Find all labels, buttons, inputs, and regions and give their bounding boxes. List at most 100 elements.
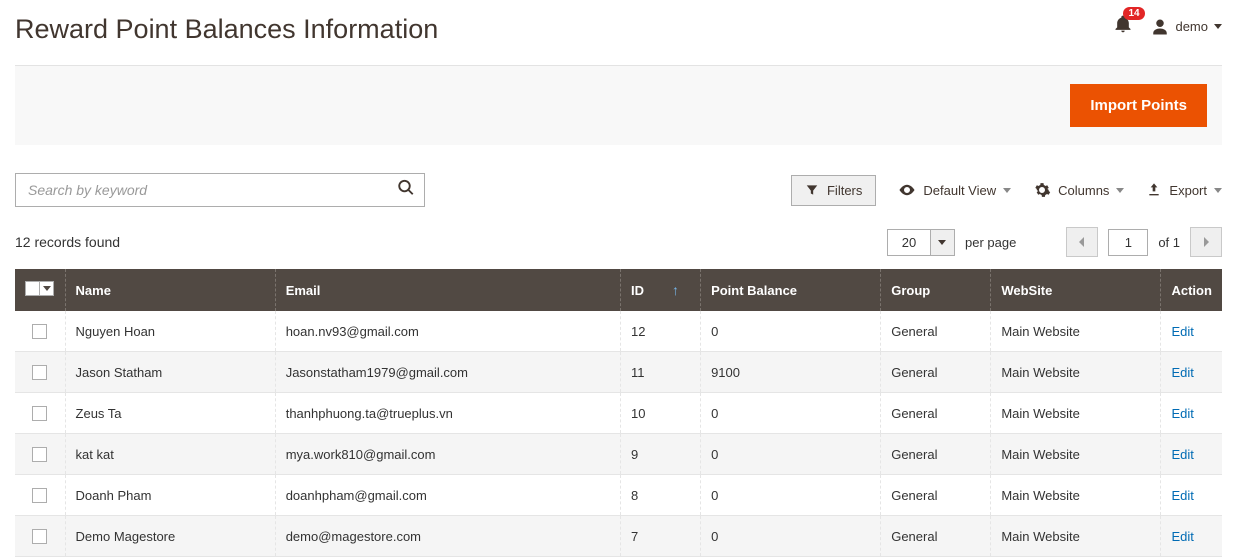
cell-name: Demo Magestore [65, 516, 275, 557]
default-view-dropdown[interactable]: Default View [898, 181, 1011, 199]
cell-website: Main Website [991, 311, 1161, 352]
cell-email: hoan.nv93@gmail.com [275, 311, 620, 352]
user-name: demo [1175, 19, 1208, 34]
table-row: Nguyen Hoanhoan.nv93@gmail.com120General… [15, 311, 1222, 352]
cell-group: General [881, 516, 991, 557]
cell-id: 12 [621, 311, 701, 352]
table-row: Demo Magestoredemo@magestore.com70Genera… [15, 516, 1222, 557]
table-row: Zeus Tathanhphuong.ta@trueplus.vn100Gene… [15, 393, 1222, 434]
column-header-website[interactable]: WebSite [991, 269, 1161, 311]
cell-website: Main Website [991, 352, 1161, 393]
cell-email: thanhphuong.ta@trueplus.vn [275, 393, 620, 434]
column-header-action[interactable]: Action [1161, 269, 1222, 311]
cell-website: Main Website [991, 516, 1161, 557]
cell-email: mya.work810@gmail.com [275, 434, 620, 475]
filters-label: Filters [827, 183, 862, 198]
cell-balance: 0 [701, 434, 881, 475]
user-menu[interactable]: demo [1151, 18, 1222, 36]
chevron-down-icon [1003, 188, 1011, 193]
chevron-down-icon [43, 286, 51, 291]
row-checkbox[interactable] [32, 488, 47, 503]
row-checkbox[interactable] [32, 406, 47, 421]
gear-icon [1033, 181, 1051, 199]
eye-icon [898, 181, 916, 199]
row-checkbox[interactable] [32, 529, 47, 544]
edit-link[interactable]: Edit [1171, 406, 1193, 421]
page-size-input[interactable]: 20 [887, 229, 931, 256]
columns-dropdown[interactable]: Columns [1033, 181, 1124, 199]
export-dropdown[interactable]: Export [1146, 182, 1222, 198]
select-all-checkbox[interactable] [25, 281, 40, 296]
cell-name: Jason Statham [65, 352, 275, 393]
select-all-dropdown[interactable] [40, 281, 54, 296]
notifications-button[interactable]: 14 [1113, 14, 1133, 39]
cell-id: 11 [621, 352, 701, 393]
chevron-down-icon [1116, 188, 1124, 193]
sort-ascending-icon: ↑ [672, 282, 679, 298]
edit-link[interactable]: Edit [1171, 365, 1193, 380]
row-checkbox[interactable] [32, 324, 47, 339]
table-row: Jason StathamJasonstatham1979@gmail.com1… [15, 352, 1222, 393]
cell-group: General [881, 352, 991, 393]
cell-group: General [881, 434, 991, 475]
cell-balance: 0 [701, 393, 881, 434]
cell-balance: 0 [701, 475, 881, 516]
cell-name: Nguyen Hoan [65, 311, 275, 352]
table-row: kat katmya.work810@gmail.com90GeneralMai… [15, 434, 1222, 475]
cell-group: General [881, 393, 991, 434]
table-row: Doanh Phamdoanhpham@gmail.com80GeneralMa… [15, 475, 1222, 516]
cell-group: General [881, 311, 991, 352]
cell-group: General [881, 475, 991, 516]
export-icon [1146, 182, 1162, 198]
edit-link[interactable]: Edit [1171, 324, 1193, 339]
column-header-id[interactable]: ID↑ [621, 269, 701, 311]
per-page-label: per page [965, 235, 1016, 250]
row-checkbox[interactable] [32, 365, 47, 380]
column-header-name[interactable]: Name [65, 269, 275, 311]
search-input[interactable] [15, 173, 425, 207]
cell-website: Main Website [991, 393, 1161, 434]
cell-email: doanhpham@gmail.com [275, 475, 620, 516]
edit-link[interactable]: Edit [1171, 488, 1193, 503]
data-grid: Name Email ID↑ Point Balance Group WebSi… [15, 269, 1222, 557]
chevron-down-icon [938, 240, 946, 245]
column-header-checkbox[interactable] [15, 269, 65, 311]
cell-id: 8 [621, 475, 701, 516]
columns-label: Columns [1058, 183, 1109, 198]
prev-page-button[interactable] [1066, 227, 1098, 257]
cell-email: demo@magestore.com [275, 516, 620, 557]
cell-website: Main Website [991, 475, 1161, 516]
page-size-dropdown[interactable] [931, 229, 955, 256]
cell-name: Doanh Pham [65, 475, 275, 516]
default-view-label: Default View [923, 183, 996, 198]
filters-button[interactable]: Filters [791, 175, 876, 206]
edit-link[interactable]: Edit [1171, 529, 1193, 544]
column-header-email[interactable]: Email [275, 269, 620, 311]
notification-badge: 14 [1123, 7, 1144, 20]
cell-balance: 0 [701, 516, 881, 557]
column-header-point-balance[interactable]: Point Balance [701, 269, 881, 311]
cell-name: kat kat [65, 434, 275, 475]
funnel-icon [805, 183, 819, 197]
edit-link[interactable]: Edit [1171, 447, 1193, 462]
current-page-input[interactable]: 1 [1108, 229, 1148, 256]
cell-email: Jasonstatham1979@gmail.com [275, 352, 620, 393]
user-icon [1151, 18, 1169, 36]
export-label: Export [1169, 183, 1207, 198]
cell-id: 10 [621, 393, 701, 434]
total-pages-label: of 1 [1158, 235, 1180, 250]
cell-id: 7 [621, 516, 701, 557]
chevron-left-icon [1077, 236, 1087, 248]
import-points-button[interactable]: Import Points [1070, 84, 1207, 127]
page-title: Reward Point Balances Information [15, 14, 438, 45]
cell-id: 9 [621, 434, 701, 475]
column-header-group[interactable]: Group [881, 269, 991, 311]
cell-balance: 9100 [701, 352, 881, 393]
cell-name: Zeus Ta [65, 393, 275, 434]
row-checkbox[interactable] [32, 447, 47, 462]
next-page-button[interactable] [1190, 227, 1222, 257]
chevron-down-icon [1214, 188, 1222, 193]
chevron-down-icon [1214, 24, 1222, 29]
search-icon[interactable] [397, 179, 415, 202]
cell-website: Main Website [991, 434, 1161, 475]
